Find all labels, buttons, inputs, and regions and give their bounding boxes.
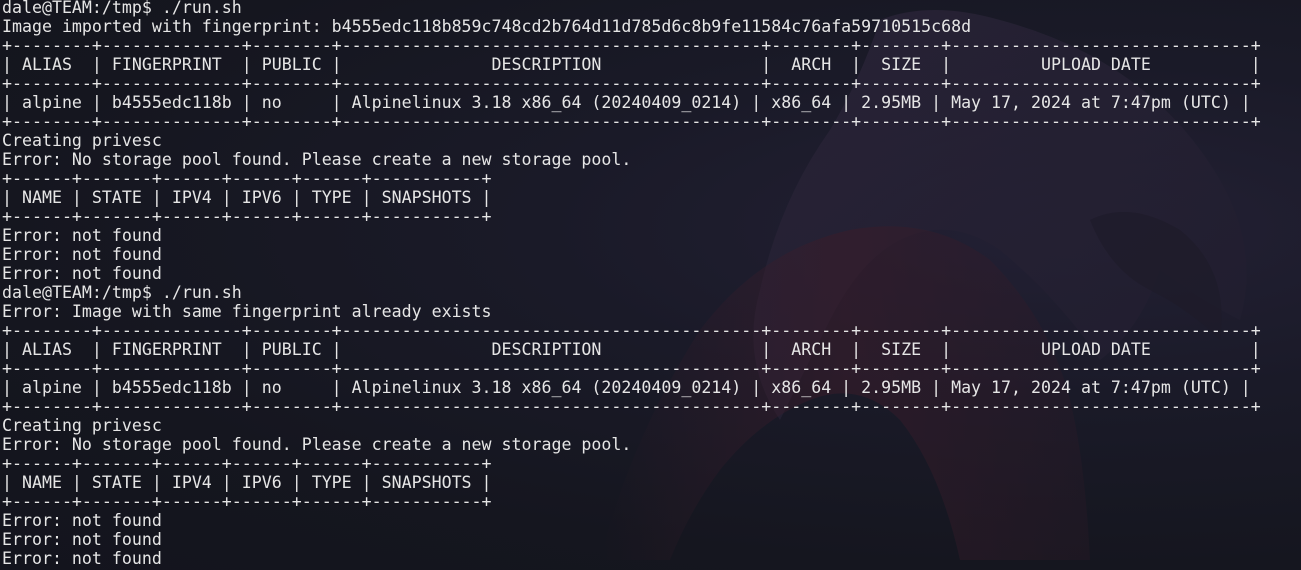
terminal-line: Error: not found: [2, 549, 162, 568]
terminal-line: | NAME | STATE | IPV4 | IPV6 | TYPE | SN…: [2, 473, 492, 492]
terminal-line: Error: not found: [2, 530, 162, 549]
terminal-line: | alpine | b4555edc118b | no | Alpinelin…: [2, 378, 1251, 397]
terminal-line: +--------+--------------+--------+------…: [2, 397, 1261, 416]
terminal-line: Error: not found: [2, 226, 162, 245]
terminal-line: +--------+--------------+--------+------…: [2, 74, 1261, 93]
terminal-line: Creating privesc: [2, 131, 162, 150]
terminal-line: | ALIAS | FINGERPRINT | PUBLIC | DESCRIP…: [2, 55, 1261, 74]
terminal-line: Error: not found: [2, 511, 162, 530]
terminal-line: dale@TEAM:/tmp$ ./run.sh: [2, 0, 242, 17]
terminal-line: +--------+--------------+--------+------…: [2, 36, 1261, 55]
terminal-line: +--------+--------------+--------+------…: [2, 359, 1261, 378]
terminal-line: | alpine | b4555edc118b | no | Alpinelin…: [2, 93, 1251, 112]
terminal-line: | NAME | STATE | IPV4 | IPV6 | TYPE | SN…: [2, 188, 492, 207]
terminal-line: Error: not found: [2, 264, 162, 283]
terminal-line: dale@TEAM:/tmp$ ./run.sh: [2, 283, 242, 302]
terminal-line: Error: No storage pool found. Please cre…: [2, 435, 632, 454]
terminal-line: | ALIAS | FINGERPRINT | PUBLIC | DESCRIP…: [2, 340, 1261, 359]
terminal-line: +------+-------+------+------+------+---…: [2, 207, 492, 226]
terminal-line: Error: Image with same fingerprint alrea…: [2, 302, 492, 321]
terminal-window[interactable]: dale@TEAM:/tmp$ ./run.sh Image imported w…: [0, 0, 1301, 570]
terminal-line: +------+-------+------+------+------+---…: [2, 492, 492, 511]
terminal-output: dale@TEAM:/tmp$ ./run.sh Image imported w…: [2, 0, 1261, 568]
terminal-line: Error: No storage pool found. Please cre…: [2, 150, 632, 169]
terminal-line: Image imported with fingerprint: b4555ed…: [2, 17, 972, 36]
terminal-line: +--------+--------------+--------+------…: [2, 321, 1261, 340]
terminal-line: Error: not found: [2, 245, 162, 264]
terminal-line: +------+-------+------+------+------+---…: [2, 169, 492, 188]
terminal-line: +------+-------+------+------+------+---…: [2, 454, 492, 473]
terminal-line: +--------+--------------+--------+------…: [2, 112, 1261, 131]
terminal-line: Creating privesc: [2, 416, 162, 435]
